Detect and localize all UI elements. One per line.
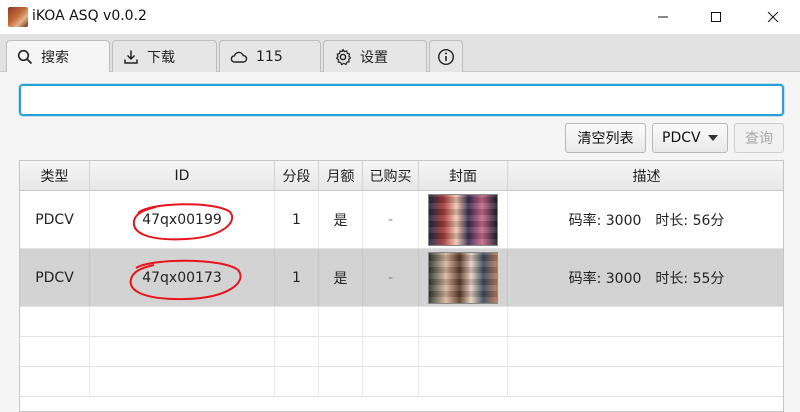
- tab-download-label: 下载: [147, 49, 175, 66]
- empty-row: [20, 307, 783, 337]
- results-table: 类型 ID 分段 月额 已购买 封面 描述 PDCV 47qx00199 1 是…: [19, 160, 784, 412]
- minimize-button[interactable]: [640, 0, 686, 34]
- tab-115[interactable]: 115: [219, 40, 321, 72]
- cell-purchased: -: [363, 191, 419, 248]
- cell-id-value: 47qx00199: [142, 211, 222, 228]
- cell-description: 码率: 3000 时长: 55分: [568, 270, 725, 287]
- maximize-button[interactable]: [693, 0, 739, 34]
- clear-list-button[interactable]: 清空列表: [565, 123, 646, 153]
- gear-icon: [335, 48, 352, 65]
- table-row[interactable]: PDCV 47qx00199 1 是 - 码率: 3000 时长: 56分: [20, 191, 783, 249]
- cell-id: 47qx00199: [90, 191, 275, 248]
- column-header-cover[interactable]: 封面: [419, 161, 508, 191]
- column-header-monthly[interactable]: 月额: [319, 161, 363, 191]
- column-header-description[interactable]: 描述: [508, 161, 783, 191]
- cloud-icon: [230, 51, 248, 63]
- cell-segment: 1: [275, 191, 319, 248]
- query-button[interactable]: 查询: [734, 123, 784, 153]
- cell-segment: 1: [275, 249, 319, 306]
- cell-type: PDCV: [20, 249, 90, 306]
- column-header-segment[interactable]: 分段: [275, 161, 319, 191]
- minimize-icon: [658, 16, 668, 18]
- column-header-type[interactable]: 类型: [20, 161, 90, 191]
- title-bar: iKOA ASQ v0.0.2: [0, 0, 800, 34]
- cell-cover: [419, 191, 508, 248]
- cell-id-value: 47qx00173: [142, 269, 222, 286]
- info-icon: [437, 48, 455, 65]
- tab-search[interactable]: 搜索: [6, 40, 110, 73]
- app-logo-icon: [8, 7, 28, 27]
- close-icon: [767, 11, 779, 23]
- empty-row: [20, 367, 783, 397]
- cell-purchased: -: [363, 249, 419, 306]
- source-dropdown-value: PDCV: [662, 130, 701, 146]
- tab-search-label: 搜索: [41, 50, 69, 66]
- search-panel: 清空列表 PDCV 查询 类型 ID 分段 月额 已购买 封面 描述 PDCV …: [0, 72, 800, 412]
- cell-monthly: 是: [319, 249, 363, 306]
- maximize-icon: [711, 12, 721, 22]
- tab-info[interactable]: [429, 40, 463, 72]
- column-header-id[interactable]: ID: [90, 161, 275, 191]
- cell-cover: [419, 249, 508, 306]
- tab-settings-label: 设置: [360, 49, 388, 66]
- search-input[interactable]: [19, 84, 784, 116]
- cell-description: 码率: 3000 时长: 56分: [568, 212, 725, 229]
- chevron-down-icon: [707, 135, 718, 141]
- tab-strip: 搜索 下载 115 设置: [0, 34, 800, 73]
- cell-monthly: 是: [319, 191, 363, 248]
- cell-type: PDCV: [20, 191, 90, 248]
- search-icon: [17, 49, 33, 65]
- cover-thumbnail[interactable]: [428, 251, 498, 304]
- empty-row: [20, 337, 783, 367]
- source-dropdown[interactable]: PDCV: [652, 123, 728, 153]
- column-header-purchased[interactable]: 已购买: [363, 161, 419, 191]
- tab-115-label: 115: [256, 48, 283, 65]
- tab-download[interactable]: 下载: [112, 40, 217, 72]
- cell-id: 47qx00173: [90, 249, 275, 306]
- tab-settings[interactable]: 设置: [323, 40, 427, 72]
- close-button[interactable]: [750, 0, 796, 34]
- window-title: iKOA ASQ v0.0.2: [32, 8, 147, 24]
- table-header: 类型 ID 分段 月额 已购买 封面 描述: [20, 161, 783, 191]
- download-icon: [124, 50, 138, 64]
- cover-thumbnail[interactable]: [428, 193, 498, 246]
- table-row[interactable]: PDCV 47qx00173 1 是 - 码率: 3000 时长: 55分: [20, 249, 783, 307]
